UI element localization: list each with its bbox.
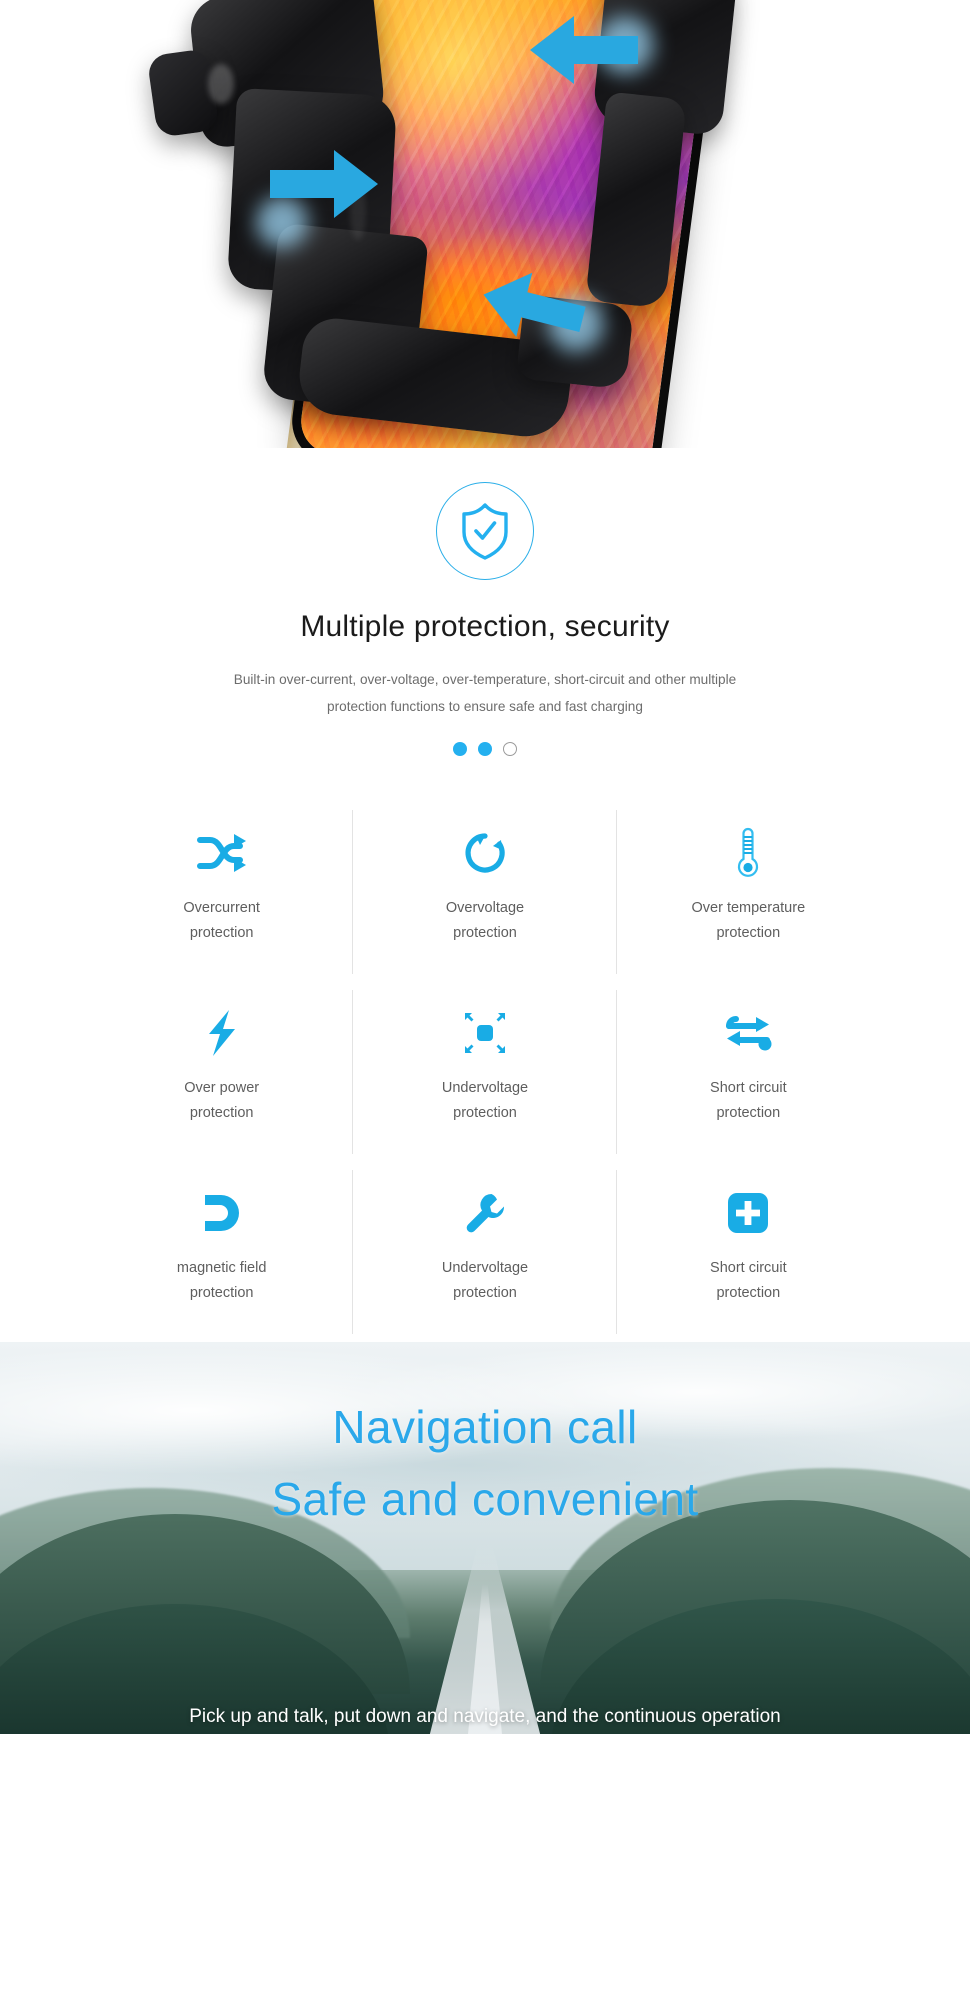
feature-cell-magnetic-field[interactable]: magnetic field protection xyxy=(90,1162,354,1342)
feature-label-line1: Short circuit xyxy=(710,1080,787,1097)
feature-label-line1: Undervoltage xyxy=(441,1260,529,1277)
exchange-arrows-icon xyxy=(724,1004,772,1062)
feature-caption: magnetic field protection xyxy=(177,1256,266,1306)
feature-label-line2: protection xyxy=(189,1105,254,1122)
feature-cell-short-circuit-a[interactable]: Short circuit protection xyxy=(617,982,880,1162)
feature-label-line2: protection xyxy=(716,1285,781,1302)
feature-caption: Undervoltage protection xyxy=(442,1076,528,1126)
feature-label-line2: protection xyxy=(716,925,781,942)
feature-cell-overcurrent[interactable]: Overcurrent protection xyxy=(90,802,354,982)
feature-label-line1: Short circuit xyxy=(710,1260,787,1277)
feature-caption: Short circuit protection xyxy=(710,1076,787,1126)
shuffle-arrows-icon xyxy=(196,824,247,882)
holder-highlight xyxy=(208,64,234,104)
magnet-icon xyxy=(201,1184,243,1242)
feature-caption: Over power protection xyxy=(184,1076,259,1126)
feature-caption: Over temperature protection xyxy=(692,896,806,946)
feature-cell-over-power[interactable]: Over power protection xyxy=(90,982,354,1162)
feature-label-line2: protection xyxy=(453,1105,517,1122)
feature-caption: Undervoltage protection xyxy=(442,1256,528,1306)
navigation-banner: Navigation call Safe and convenient Pick… xyxy=(0,1342,970,1735)
carousel-dot-1[interactable] xyxy=(453,742,467,757)
feature-label-line1: Over power xyxy=(184,1080,260,1097)
carousel-dot-3[interactable] xyxy=(503,742,517,757)
navigation-caption: Pick up and talk, put down and navigate,… xyxy=(189,1706,781,1728)
expand-arrows-icon xyxy=(462,1004,508,1062)
feature-cell-over-temperature[interactable]: Over temperature protection xyxy=(617,802,880,982)
feature-label-line1: magnetic field xyxy=(176,1260,267,1277)
hero-product-image xyxy=(0,0,970,448)
carousel-dots[interactable] xyxy=(0,742,970,757)
navigation-headline-line2: Safe and convenient xyxy=(271,1473,699,1526)
feature-label-line2: protection xyxy=(453,1285,517,1302)
section-description: Built-in over-current, over-voltage, ove… xyxy=(135,666,835,720)
feature-label-line2: protection xyxy=(189,1285,254,1302)
feature-label-line1: Overvoltage xyxy=(445,900,525,917)
section-title: Multiple protection, security xyxy=(300,610,670,643)
shield-badge xyxy=(0,482,970,580)
shield-check-icon xyxy=(436,482,534,580)
section-description-line-1: Built-in over-current, over-voltage, ove… xyxy=(233,672,737,687)
feature-caption: Overvoltage protection xyxy=(446,896,524,946)
feature-cell-short-circuit-b[interactable]: Short circuit protection xyxy=(617,1162,880,1342)
feature-label-line2: protection xyxy=(189,925,254,942)
feature-label-line2: protection xyxy=(453,925,517,942)
section-description-line-2: protection functions to ensure safe and … xyxy=(327,699,643,715)
feature-label-line1: Overcurrent xyxy=(183,900,260,917)
feature-caption: Short circuit protection xyxy=(710,1256,787,1306)
product-detail-page: Multiple protection, security Built-in o… xyxy=(0,0,970,2000)
feature-label-line1: Undervoltage xyxy=(441,1080,529,1097)
refresh-circle-icon xyxy=(463,824,507,882)
wrench-icon xyxy=(463,1184,507,1242)
feature-cell-undervoltage[interactable]: Undervoltage protection xyxy=(353,982,617,1162)
feature-label-line1: Over temperature xyxy=(691,900,806,917)
navigation-headline-line1: Navigation call xyxy=(332,1401,638,1454)
arrow-left-icon xyxy=(528,14,640,86)
feature-caption: Overcurrent protection xyxy=(183,896,260,946)
lightning-bolt-icon xyxy=(205,1004,239,1062)
protection-section: Multiple protection, security Built-in o… xyxy=(0,448,970,1343)
feature-cell-undervoltage-wrench[interactable]: Undervoltage protection xyxy=(353,1162,617,1342)
hero-stage xyxy=(0,0,970,448)
protection-feature-grid: Overcurrent protection Overvoltage prote… xyxy=(90,802,880,1342)
thermometer-icon xyxy=(732,824,764,882)
arrow-right-icon xyxy=(268,148,380,220)
feature-label-line2: protection xyxy=(716,1105,781,1122)
plus-square-icon xyxy=(727,1184,769,1242)
carousel-dot-2[interactable] xyxy=(478,742,492,757)
feature-cell-overvoltage[interactable]: Overvoltage protection xyxy=(353,802,617,982)
